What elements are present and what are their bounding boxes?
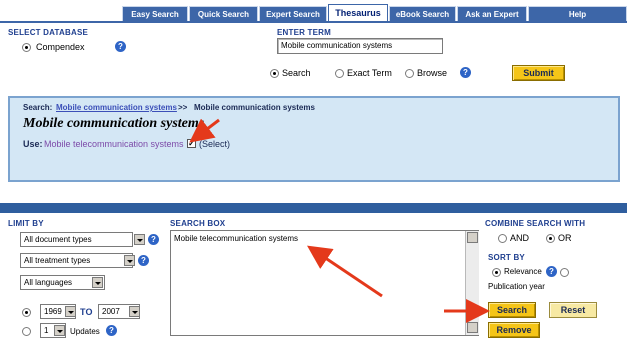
exact-term-radio[interactable] [335, 69, 344, 78]
submit-button[interactable]: Submit [512, 65, 565, 81]
search-textarea-scrollbar[interactable] [465, 231, 479, 335]
limit-by-heading: LIMIT BY [8, 219, 44, 228]
year-range-radio[interactable] [22, 308, 31, 317]
scroll-up-button[interactable] [467, 232, 478, 243]
breadcrumb-current: Mobile communication systems [194, 103, 315, 112]
compendex-radio[interactable] [22, 43, 31, 52]
sort-by-heading: SORT BY [488, 253, 525, 262]
tab-ebook-search[interactable]: eBook Search [389, 6, 456, 21]
combine-or-label: OR [558, 233, 572, 243]
sort-relevance-radio[interactable] [492, 268, 501, 277]
remove-button[interactable]: Remove [488, 322, 540, 338]
year-from-dropdown-icon[interactable] [65, 306, 76, 317]
select-database-heading: SELECT DATABASE [8, 28, 89, 37]
database-help-icon[interactable]: ? [115, 41, 126, 52]
sort-relevance-label: Relevance [504, 267, 542, 276]
updates-label: Updates [70, 327, 100, 336]
exact-term-label: Exact Term [347, 68, 392, 78]
sort-year-radio[interactable] [560, 268, 569, 277]
browse-label: Browse [417, 68, 448, 78]
breadcrumb-separator: >> [178, 103, 188, 112]
combine-or-radio[interactable] [546, 234, 555, 243]
search-textarea[interactable]: Mobile telecommunication systems [170, 230, 479, 336]
treatment-type-dropdown-icon[interactable] [124, 255, 135, 266]
document-type-dropdown-icon[interactable] [134, 234, 145, 245]
tab-easy-search[interactable]: Easy Search [122, 6, 188, 21]
compendex-label: Compendex [36, 42, 85, 52]
document-type-help-icon[interactable]: ? [148, 234, 159, 245]
combine-heading: COMBINE SEARCH WITH [485, 219, 586, 228]
select-label: (Select) [199, 139, 231, 149]
section-divider [0, 203, 627, 213]
updates-radio[interactable] [22, 327, 31, 336]
term-input[interactable]: Mobile communication systems [277, 38, 443, 54]
search-textarea-text: Mobile telecommunication systems [174, 234, 299, 243]
search-button[interactable]: Search [488, 302, 536, 318]
tab-bar: Easy Search Quick Search Expert Search T… [0, 0, 627, 22]
thesaurus-search-label: Search: [23, 103, 53, 112]
scroll-down-button[interactable] [467, 322, 478, 333]
language-dropdown-icon[interactable] [92, 277, 103, 288]
to-label: TO [80, 307, 93, 317]
browse-radio[interactable] [405, 69, 414, 78]
term-title: Mobile communication systems [23, 116, 205, 131]
combine-and-radio[interactable] [498, 234, 507, 243]
document-type-select[interactable]: All document types [20, 232, 133, 247]
tab-ask-an-expert[interactable]: Ask an Expert [457, 6, 527, 21]
year-to-dropdown-icon[interactable] [129, 306, 140, 317]
updates-dropdown-icon[interactable] [54, 325, 65, 336]
treatment-type-select[interactable]: All treatment types [20, 253, 133, 268]
use-term-link[interactable]: Mobile telecommunication systems [44, 139, 184, 149]
tab-thesaurus[interactable]: Thesaurus [328, 4, 388, 21]
search-box-heading: SEARCH BOX [170, 219, 226, 228]
sort-year-label: Publication year [488, 282, 545, 291]
term-help-icon[interactable]: ? [460, 67, 471, 78]
select-term-checkbox[interactable]: ✓ [187, 139, 196, 148]
sort-help-icon[interactable]: ? [546, 266, 557, 277]
tab-help[interactable]: Help [528, 6, 627, 21]
thesaurus-search-link[interactable]: Mobile communication systems [56, 103, 177, 112]
treatment-type-help-icon[interactable]: ? [138, 255, 149, 266]
search-mode-label: Search [282, 68, 311, 78]
enter-term-heading: ENTER TERM [277, 28, 331, 37]
use-label: Use: [23, 139, 43, 149]
tab-quick-search[interactable]: Quick Search [189, 6, 258, 21]
reset-button[interactable]: Reset [549, 302, 597, 318]
search-mode-radio[interactable] [270, 69, 279, 78]
tab-expert-search[interactable]: Expert Search [259, 6, 327, 21]
updates-help-icon[interactable]: ? [106, 325, 117, 336]
combine-and-label: AND [510, 233, 530, 243]
tab-underline [0, 21, 627, 23]
